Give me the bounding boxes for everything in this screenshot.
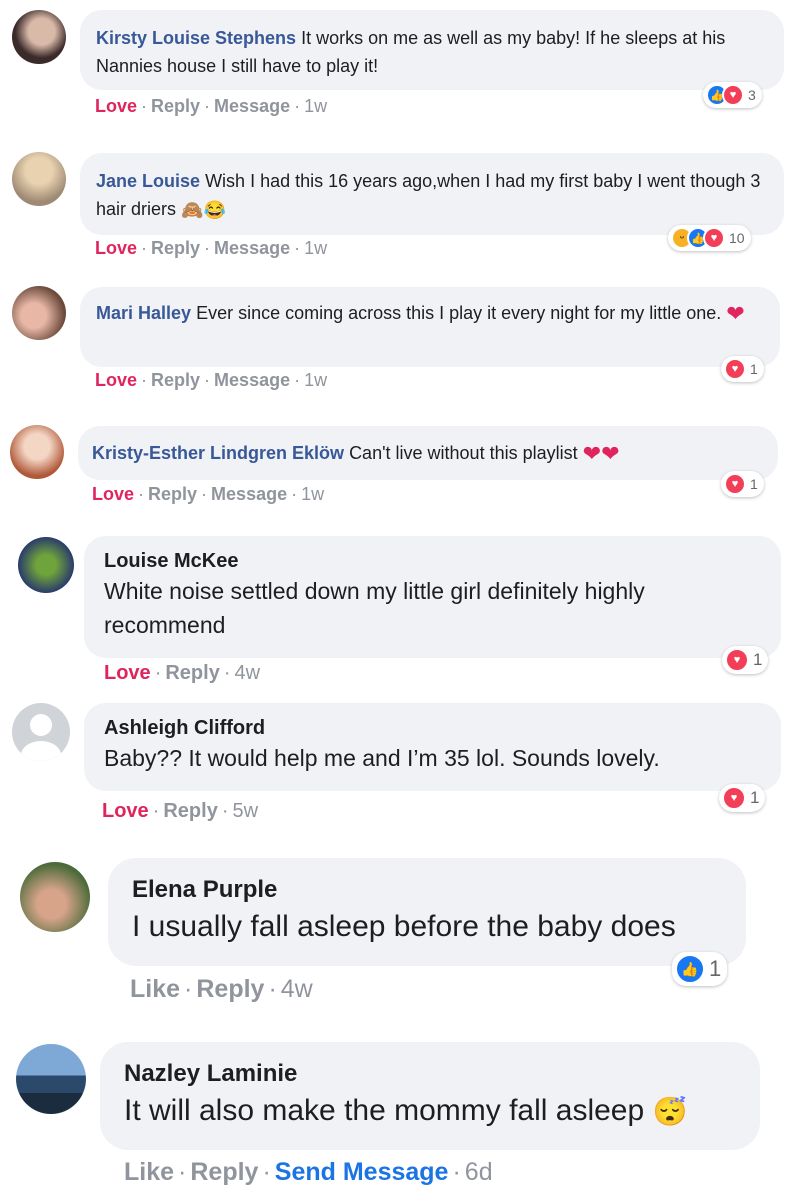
comment-actions: Love · Reply · Message · 1w — [95, 238, 328, 258]
avatar[interactable] — [12, 703, 70, 761]
reaction-count: 1 — [750, 361, 758, 377]
love-link[interactable]: Love — [95, 370, 137, 390]
default-avatar-icon — [21, 714, 61, 761]
reaction-count: 1 — [709, 956, 722, 981]
love-reaction-icon: ♥ — [722, 84, 744, 106]
comment-text: I usually fall asleep before the baby do… — [132, 910, 676, 943]
comment-bubble: Mari Halley Ever since coming across thi… — [80, 287, 780, 367]
comment-bubble: Ashleigh Clifford Baby?? It would help m… — [84, 703, 781, 791]
love-link[interactable]: Love — [92, 484, 134, 504]
reply-link[interactable]: Reply — [148, 484, 197, 504]
comment-text: It will also make the mommy fall asleep — [124, 1094, 645, 1127]
message-link[interactable]: Message — [214, 370, 290, 390]
love-link[interactable]: Love — [102, 800, 149, 822]
comment-time[interactable]: 1w — [304, 96, 327, 116]
comment-text: Ever since coming across this I play it … — [196, 303, 722, 323]
comment-time[interactable]: 6d — [465, 1158, 493, 1186]
comment-time[interactable]: 5w — [233, 800, 259, 822]
love-reaction-icon: ♥ — [724, 473, 746, 495]
reaction-summary[interactable]: ♥ 1 — [721, 471, 764, 497]
commenter-name[interactable]: Jane Louise — [96, 171, 200, 191]
commenter-name[interactable]: Kirsty Louise Stephens — [96, 28, 296, 48]
love-reaction-icon: ♥ — [722, 786, 746, 810]
avatar[interactable] — [16, 1044, 86, 1114]
comment-text: Can't live without this playlist — [349, 443, 578, 463]
comment-time[interactable]: 1w — [304, 238, 327, 258]
like-link[interactable]: Like — [124, 1158, 174, 1186]
reaction-count: 1 — [750, 788, 760, 807]
love-link[interactable]: Love — [104, 662, 151, 684]
avatar[interactable] — [18, 537, 74, 593]
see-no-evil-monkey-emoji: 🙈 — [181, 200, 204, 221]
comment-time[interactable]: 4w — [281, 975, 313, 1003]
reply-link[interactable]: Reply — [196, 975, 264, 1003]
like-reaction-icon: 👍 — [675, 954, 705, 984]
comment-actions: Love · Reply · 4w — [104, 662, 261, 684]
message-link[interactable]: Message — [214, 238, 290, 258]
reaction-summary[interactable]: ♥ 1 — [719, 784, 766, 812]
comment-actions: Love · Reply · Message · 1w — [95, 370, 328, 390]
reaction-count: 1 — [753, 650, 763, 669]
avatar[interactable] — [12, 286, 66, 340]
comment-bubble: Louise McKee White noise settled down my… — [84, 536, 781, 658]
comment-time[interactable]: 1w — [301, 484, 324, 504]
comment-text: Baby?? It would help me and I’m 35 lol. … — [104, 745, 660, 771]
comment-actions: Love · Reply · Message · 1w — [95, 96, 328, 116]
reaction-count: 3 — [748, 87, 756, 103]
message-link[interactable]: Message — [211, 484, 287, 504]
commenter-name[interactable]: Nazley Laminie — [124, 1058, 736, 1090]
reaction-summary[interactable]: ᵕ 👍 ♥ 10 — [668, 225, 751, 251]
avatar[interactable] — [10, 425, 64, 479]
red-heart-emoji: ❤ — [601, 441, 620, 467]
comment-actions: Love · Reply · Message · 1w — [92, 484, 325, 504]
comment-time[interactable]: 1w — [304, 370, 327, 390]
comment-bubble: Jane Louise Wish I had this 16 years ago… — [80, 153, 784, 235]
love-reaction-icon: ♥ — [724, 358, 746, 380]
reply-link[interactable]: Reply — [151, 370, 200, 390]
red-heart-emoji: ❤ — [582, 441, 602, 467]
sleeping-face-emoji: 😴 — [652, 1096, 688, 1128]
tears-of-joy-emoji: 😂 — [203, 200, 226, 221]
reaction-count: 10 — [729, 230, 745, 246]
avatar[interactable] — [20, 862, 90, 932]
comment-actions: Love · Reply · 5w — [102, 800, 259, 822]
commenter-name[interactable]: Elena Purple — [132, 874, 722, 906]
avatar[interactable] — [12, 152, 66, 206]
love-link[interactable]: Love — [95, 238, 137, 258]
reaction-count: 1 — [750, 476, 758, 492]
comment-time[interactable]: 4w — [235, 662, 261, 684]
reaction-summary[interactable]: ♥ 1 — [722, 646, 769, 674]
message-link[interactable]: Message — [214, 96, 290, 116]
commenter-name[interactable]: Kristy-Esther Lindgren Eklöw — [92, 443, 344, 463]
reaction-summary[interactable]: 👍 1 — [672, 952, 728, 986]
avatar[interactable] — [12, 10, 66, 64]
reply-link[interactable]: Reply — [151, 238, 200, 258]
comment-bubble: Kristy-Esther Lindgren Eklöw Can't live … — [78, 426, 778, 480]
like-link[interactable]: Like — [130, 975, 180, 1003]
love-reaction-icon: ♥ — [725, 648, 749, 672]
comment-text: White noise settled down my little girl … — [104, 578, 645, 638]
reaction-summary[interactable]: 👍 ♥ 3 — [703, 82, 762, 108]
commenter-name[interactable]: Ashleigh Clifford — [104, 715, 761, 741]
love-reaction-icon: ♥ — [703, 227, 725, 249]
reaction-summary[interactable]: ♥ 1 — [721, 356, 764, 382]
reply-link[interactable]: Reply — [151, 96, 200, 116]
commenter-name[interactable]: Mari Halley — [96, 303, 191, 323]
comment-bubble: Kirsty Louise Stephens It works on me as… — [80, 10, 784, 90]
love-link[interactable]: Love — [95, 96, 137, 116]
reply-link[interactable]: Reply — [165, 662, 219, 684]
reply-link[interactable]: Reply — [190, 1158, 258, 1186]
red-heart-emoji: ❤ — [726, 301, 745, 327]
send-message-link[interactable]: Send Message — [275, 1158, 449, 1186]
comment-bubble: Nazley Laminie It will also make the mom… — [100, 1042, 760, 1150]
comment-bubble: Elena Purple I usually fall asleep befor… — [108, 858, 746, 966]
reply-link[interactable]: Reply — [163, 800, 217, 822]
commenter-name[interactable]: Louise McKee — [104, 548, 761, 574]
comment-actions: Like · Reply · Send Message · 6d — [124, 1158, 493, 1186]
comment-actions: Like · Reply · 4w — [130, 975, 313, 1003]
